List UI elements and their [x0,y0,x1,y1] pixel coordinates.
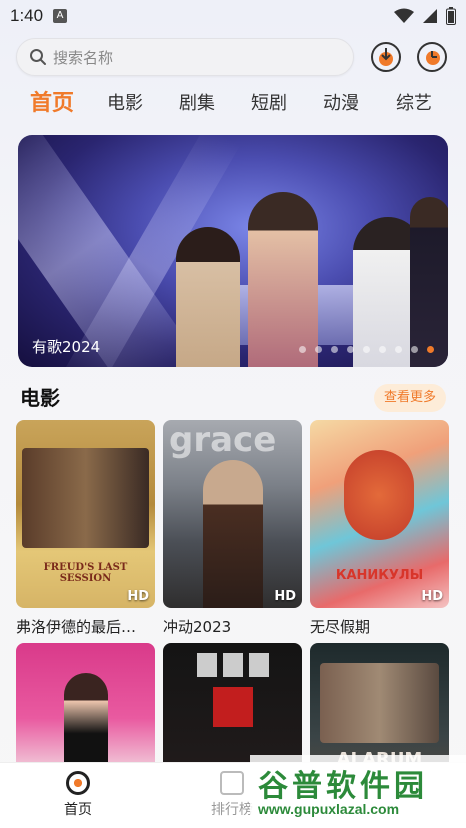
tab-home[interactable]: 首页 [30,86,74,122]
signal-icon [423,9,437,23]
poster-art [320,663,439,743]
carousel-dot[interactable] [379,346,386,353]
movie-title: 弗洛伊德的最后… [16,618,137,636]
movie-card[interactable]: КАНИКУЛЫ HD 无尽假期 [310,420,449,637]
poster-title-text: FREUD'S LAST SESSION [43,562,128,584]
watermark-url: www.gupuxlazal.com [258,801,400,817]
hd-badge: HD [421,589,443,604]
wifi-icon [394,8,414,23]
performer-figure [248,192,318,367]
watermark: 谷普软件园 www.gupuxlazal.com [250,755,466,828]
poster-art [223,653,243,677]
hd-badge: HD [274,589,296,604]
tab-variety[interactable]: 综艺 [396,86,432,122]
history-icon [426,51,440,65]
tab-short-drama[interactable]: 短剧 [251,86,287,122]
carousel-dot[interactable] [331,346,338,353]
banner-carousel[interactable]: 有歌2024 [18,135,448,367]
carousel-dot[interactable] [395,346,402,353]
carousel-dot[interactable] [411,346,418,353]
battery-icon [446,7,456,25]
history-button[interactable] [417,42,447,72]
status-time: 1:40 [10,6,44,25]
movie-card[interactable]: grace HD 冲动2023 [163,420,302,637]
status-icons [394,7,456,25]
poster-title-text: КАНИКУЛЫ [335,568,424,583]
carousel-dot[interactable] [315,346,322,353]
download-button[interactable] [371,42,401,72]
bar-chart-icon [220,771,244,795]
search-icon [30,49,46,65]
movie-title: 冲动2023 [163,618,232,636]
hd-badge: HD [127,589,149,604]
poster-art [22,448,149,548]
view-more-button[interactable]: 查看更多 [373,384,446,412]
poster-art [344,450,414,540]
search-placeholder: 搜索名称 [53,48,114,67]
category-tabs: 首页 电影 剧集 短剧 动漫 综艺 [0,86,466,122]
carousel-indicator [299,346,434,353]
tab-series[interactable]: 剧集 [179,86,215,122]
movie-poster: FREUD'S LAST SESSION HD [16,420,155,608]
carousel-dot[interactable] [347,346,354,353]
status-bar: 1:40 A [0,0,466,32]
carousel-dot-active[interactable] [427,346,434,353]
watermark-text: 谷普软件园 [258,769,428,804]
performer-figure [176,227,240,367]
movie-poster: КАНИКУЛЫ HD [310,420,449,608]
nav-ranking-label: 排行榜 [211,802,253,818]
performer-figure [410,197,448,367]
search-input[interactable]: 搜索名称 [16,38,354,76]
carousel-dot[interactable] [363,346,370,353]
movie-title: 无尽假期 [310,618,371,636]
poster-art [197,653,217,677]
poster-art [249,653,269,677]
poster-art [213,687,253,727]
carousel-dot[interactable] [299,346,306,353]
download-icon [379,48,393,66]
nav-home-label: 首页 [64,802,92,818]
movie-card[interactable]: FREUD'S LAST SESSION HD 弗洛伊德的最后… [16,420,155,637]
section-title: 电影 [20,386,60,410]
movies-section-header: 电影 查看更多 [20,382,446,414]
movie-poster: grace HD [163,420,302,608]
film-reel-icon [66,771,90,795]
poster-art [203,460,263,608]
poster-title-text: grace [169,420,277,460]
search-row: 搜索名称 [16,38,456,76]
tab-anime[interactable]: 动漫 [323,86,359,122]
nav-home[interactable]: 首页 [38,771,118,819]
tab-movies[interactable]: 电影 [107,86,143,122]
notification-icon: A [53,9,68,23]
banner-title: 有歌2024 [32,338,101,356]
